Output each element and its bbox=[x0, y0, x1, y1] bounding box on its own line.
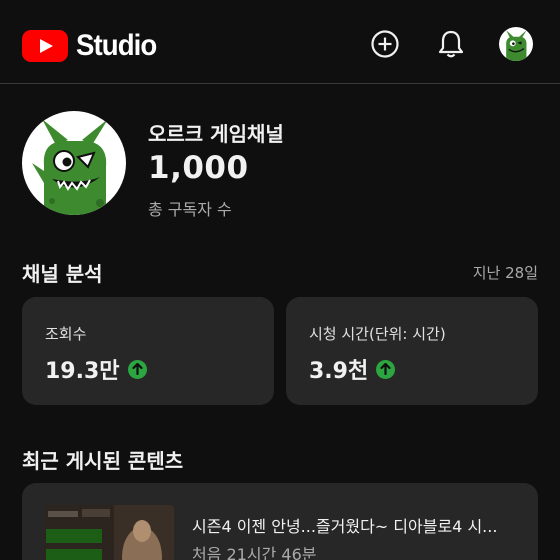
watch-time-value: 3.9천 bbox=[309, 359, 369, 384]
trend-up-icon bbox=[376, 359, 396, 379]
create-icon bbox=[371, 30, 399, 58]
top-app-bar: Studio bbox=[0, 0, 560, 84]
bell-icon bbox=[438, 30, 464, 58]
views-value-row: 19.3만 bbox=[45, 353, 147, 385]
thumbnail-image bbox=[44, 505, 174, 560]
account-avatar[interactable] bbox=[499, 27, 533, 61]
recent-content-title: 최근 게시된 콘텐츠 bbox=[22, 449, 184, 473]
views-value: 19.3만 bbox=[45, 359, 120, 384]
create-button[interactable] bbox=[369, 28, 401, 60]
trend-up-icon bbox=[127, 359, 147, 379]
watch-time-label: 시청 시간(단위: 시간) bbox=[309, 325, 446, 343]
youtube-play-icon bbox=[22, 30, 68, 62]
orc-mascot-icon bbox=[506, 30, 527, 61]
video-thumbnail[interactable] bbox=[44, 505, 174, 560]
notifications-button[interactable] bbox=[435, 28, 467, 60]
views-card[interactable]: 조회수 19.3만 bbox=[22, 297, 274, 405]
analytics-period: 지난 28일 bbox=[472, 264, 538, 282]
logo-text: Studio bbox=[76, 29, 157, 62]
channel-avatar[interactable] bbox=[22, 111, 126, 215]
studio-app: Studio 오르크 게임채널 1,000 총 구독자 수 채널 분석 지난 2… bbox=[0, 0, 560, 560]
video-title: 시즌4 이젠 안녕...즐거웠다~ 디아블로4 시... bbox=[192, 517, 498, 536]
subscriber-label: 총 구독자 수 bbox=[148, 200, 232, 219]
views-label: 조회수 bbox=[45, 325, 87, 343]
subscriber-count: 1,000 bbox=[148, 150, 249, 186]
channel-name: 오르크 게임채널 bbox=[148, 122, 284, 146]
video-meta: 처음 21시간 46분 bbox=[192, 545, 317, 560]
recent-video-card[interactable]: 시즌4 이젠 안녕...즐거웠다~ 디아블로4 시... 처음 21시간 46분 bbox=[22, 483, 538, 560]
analytics-title: 채널 분석 bbox=[22, 262, 103, 286]
watch-time-value-row: 3.9천 bbox=[309, 353, 396, 385]
orc-mascot-icon bbox=[32, 119, 108, 215]
watch-time-card[interactable]: 시청 시간(단위: 시간) 3.9천 bbox=[286, 297, 538, 405]
studio-logo[interactable]: Studio bbox=[22, 29, 163, 63]
